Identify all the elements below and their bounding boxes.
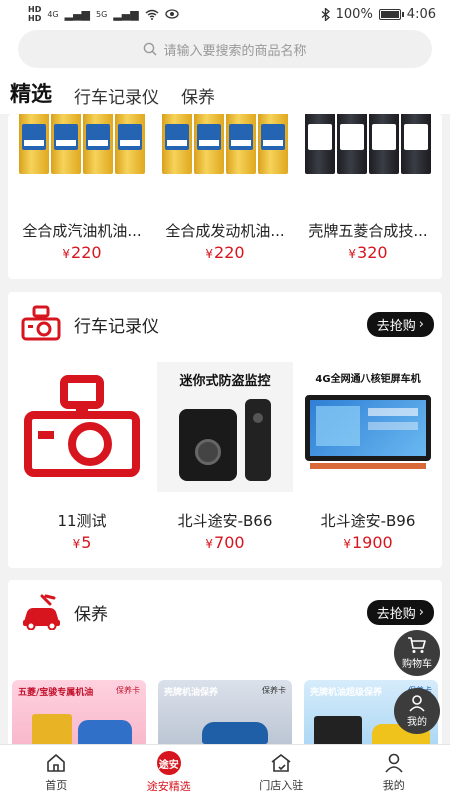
- search-bar: 请输入要搜索的商品名称: [0, 28, 450, 76]
- network-5g-label: 5G: [96, 9, 108, 19]
- wifi-icon: [145, 9, 159, 20]
- mine-float-button[interactable]: 我的: [394, 688, 440, 734]
- battery-icon: [378, 8, 404, 20]
- signal-icon: ▂▄▆: [64, 7, 91, 21]
- product-item[interactable]: 11测试 ¥5: [12, 362, 152, 552]
- nav-label: 途安精选: [146, 780, 191, 793]
- nav-tuan-featured[interactable]: 途安 途安精选: [113, 745, 226, 800]
- home-icon: [47, 754, 66, 772]
- cart-float-button[interactable]: 购物车: [394, 630, 440, 676]
- status-bar: HD HD 4G ▂▄▆ 5G ▂▄▆ 100% 4:06: [0, 0, 450, 28]
- maintenance-card-caption: 五菱/宝骏专属机油: [18, 688, 94, 698]
- oil-products-card: 全合成汽油机油... ¥220 全合成发动机油... ¥220 壳牌五菱合成技.…: [8, 114, 442, 279]
- product-name: 壳牌五菱合成技...: [308, 222, 428, 240]
- maintenance-card-tag: 保养卡: [116, 686, 140, 695]
- product-price: ¥220: [205, 243, 245, 262]
- product-price: ¥220: [62, 243, 102, 262]
- maintenance-card-caption: 壳牌机油保养: [164, 688, 219, 698]
- search-input[interactable]: 请输入要搜索的商品名称: [18, 30, 432, 68]
- product-name: 11测试: [57, 512, 107, 530]
- eye-icon: [165, 9, 179, 19]
- bottom-nav: 首页 途安 途安精选 门店入驻 我的: [0, 744, 450, 800]
- maintenance-card[interactable]: 五菱/宝骏专属机油 保养卡: [12, 680, 146, 744]
- status-left: HD HD 4G ▂▄▆ 5G ▂▄▆: [28, 5, 179, 23]
- hd-label: HD: [28, 14, 42, 23]
- mine-label: 我的: [407, 717, 427, 728]
- nav-label: 首页: [45, 779, 68, 792]
- dashcam-icon: [24, 375, 140, 477]
- section-title: 行车记录仪: [74, 316, 159, 337]
- product-name: 北斗途安-B96: [320, 512, 416, 530]
- product-price: ¥5: [72, 533, 92, 552]
- top-tabs: 精选 行车记录仪 保养: [0, 76, 450, 114]
- bluetooth-icon: [321, 7, 330, 21]
- product-name: 北斗途安-B66: [177, 512, 273, 530]
- section-title: 保养: [74, 604, 108, 625]
- hd-label: HD: [28, 5, 42, 14]
- chevron-right-icon: ›: [418, 604, 424, 620]
- product-image: 4G全网通八核钜屏车机: [300, 362, 436, 492]
- product-name: 全合成发动机油...: [165, 222, 285, 240]
- maintenance-section: 保养 去抢购 › 五菱/宝骏专属机油 保养卡 壳牌机油保养 保养卡 壳牌机油超级…: [8, 580, 442, 744]
- search-placeholder: 请输入要搜索的商品名称: [163, 43, 307, 59]
- nav-home[interactable]: 首页: [0, 745, 113, 800]
- shop-now-button[interactable]: 去抢购 ›: [366, 311, 434, 337]
- maintenance-card[interactable]: 壳牌机油保养 保养卡: [158, 680, 292, 744]
- product-image: [14, 114, 150, 186]
- oil-product-row: 全合成汽油机油... ¥220 全合成发动机油... ¥220 壳牌五菱合成技.…: [8, 114, 442, 262]
- product-price: ¥1900: [343, 533, 393, 552]
- cart-label: 购物车: [402, 659, 432, 670]
- product-item[interactable]: 全合成汽油机油... ¥220: [12, 114, 152, 262]
- tab-featured[interactable]: 精选: [10, 78, 52, 108]
- nav-mine[interactable]: 我的: [338, 745, 450, 800]
- network-4g-label: 4G: [47, 9, 59, 19]
- dashcam-product-row: 11测试 ¥5 迷你式防盗监控 北斗途安-B66 ¥700 4G全网通八核钜屏车…: [8, 362, 442, 552]
- tuan-badge-icon: 途安: [156, 751, 181, 775]
- content-scroll[interactable]: 全合成汽油机油... ¥220 全合成发动机油... ¥220 壳牌五菱合成技.…: [0, 114, 450, 744]
- person-icon: [385, 753, 403, 773]
- product-image: [157, 114, 293, 186]
- dashcam-icon: [21, 305, 61, 341]
- product-image: [14, 362, 150, 492]
- shop-now-button[interactable]: 去抢购 ›: [366, 599, 434, 625]
- maintenance-card-tag: 保养卡: [262, 686, 286, 695]
- cart-icon: [408, 637, 426, 653]
- maintenance-card-row: 五菱/宝骏专属机油 保养卡 壳牌机油保养 保养卡 壳牌机油超级保养 保养卡: [8, 672, 442, 744]
- signal-icon: ▂▄▆: [113, 7, 139, 21]
- product-item[interactable]: 壳牌五菱合成技... ¥320: [298, 114, 438, 262]
- search-icon: [144, 42, 158, 56]
- product-item[interactable]: 全合成发动机油... ¥220: [155, 114, 295, 262]
- product-item[interactable]: 迷你式防盗监控 北斗途安-B66 ¥700: [155, 362, 295, 552]
- dashcam-section: 行车记录仪 去抢购 › 11测试 ¥5 迷你式防盗监控 北斗途安-B66 ¥70…: [8, 292, 442, 568]
- clock: 4:06: [406, 6, 436, 22]
- product-image: [300, 114, 436, 186]
- person-icon: [409, 695, 425, 712]
- car-repair-icon: [23, 594, 60, 630]
- product-image-caption: 迷你式防盗监控: [179, 374, 271, 389]
- status-right: 100% 4:06: [321, 7, 436, 22]
- section-header: 行车记录仪 去抢购 ›: [8, 292, 442, 356]
- product-image: 迷你式防盗监控: [157, 362, 293, 492]
- product-price: ¥700: [205, 533, 245, 552]
- section-header: 保养 去抢购 ›: [8, 580, 442, 644]
- product-item[interactable]: 4G全网通八核钜屏车机 北斗途安-B96 ¥1900: [298, 362, 438, 552]
- battery-percent: 100%: [335, 6, 373, 22]
- store-icon: [271, 753, 291, 772]
- nav-store[interactable]: 门店入驻: [225, 745, 338, 800]
- tab-maintenance[interactable]: 保养: [181, 83, 215, 108]
- maintenance-card-caption: 壳牌机油超级保养: [310, 688, 383, 698]
- nav-label: 我的: [382, 779, 405, 792]
- product-name: 全合成汽油机油...: [22, 222, 142, 240]
- nav-label: 门店入驻: [259, 779, 304, 792]
- chevron-right-icon: ›: [418, 316, 424, 332]
- product-image-caption: 4G全网通八核钜屏车机: [315, 374, 421, 385]
- product-price: ¥320: [348, 243, 388, 262]
- tab-dashcam[interactable]: 行车记录仪: [74, 83, 159, 108]
